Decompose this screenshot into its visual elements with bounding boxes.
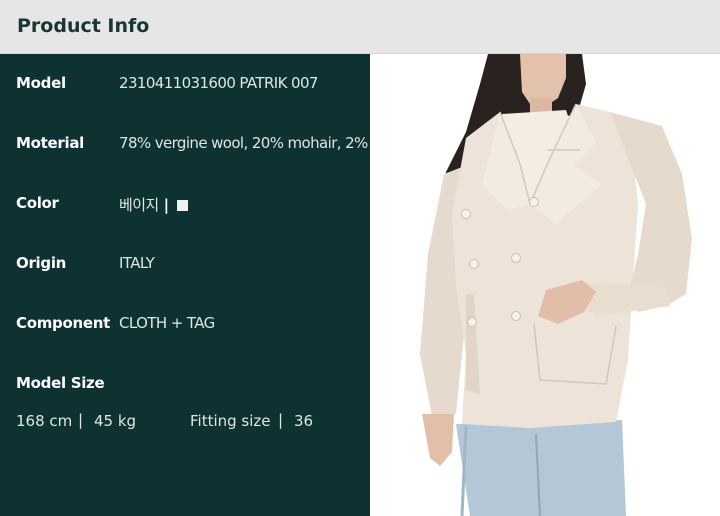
model-wearing-blazer-image bbox=[370, 54, 720, 516]
model-value: 2310411031600 PATRIK 007 bbox=[119, 74, 318, 92]
fitting-separator: | bbox=[278, 411, 284, 429]
material-label: Moterial bbox=[16, 134, 84, 152]
origin-label: Origin bbox=[16, 254, 67, 272]
page-title: Product Info bbox=[17, 15, 150, 37]
color-value: 베이지 bbox=[119, 196, 159, 214]
product-info-panel: Model 2310411031600 PATRIK 007 Moterial … bbox=[0, 54, 432, 516]
product-photo bbox=[370, 54, 720, 516]
model-height: 168 cm bbox=[16, 412, 73, 430]
fitting-size-value: 36 bbox=[294, 412, 314, 430]
color-label: Color bbox=[16, 194, 59, 212]
component-label: Component bbox=[16, 314, 110, 332]
model-size-label: Model Size bbox=[16, 374, 105, 392]
color-swatch bbox=[176, 200, 188, 211]
size-separator: | bbox=[78, 411, 84, 429]
header-bar: Product Info bbox=[0, 0, 720, 54]
color-separator: | bbox=[163, 196, 169, 214]
model-label: Model bbox=[16, 74, 66, 92]
component-value: CLOTH + TAG bbox=[119, 314, 215, 332]
model-weight: 45 kg bbox=[94, 412, 137, 430]
fitting-size-label: Fitting size bbox=[190, 412, 271, 430]
origin-value: ITALY bbox=[119, 254, 155, 272]
color-row: 베이지 | bbox=[119, 194, 188, 215]
